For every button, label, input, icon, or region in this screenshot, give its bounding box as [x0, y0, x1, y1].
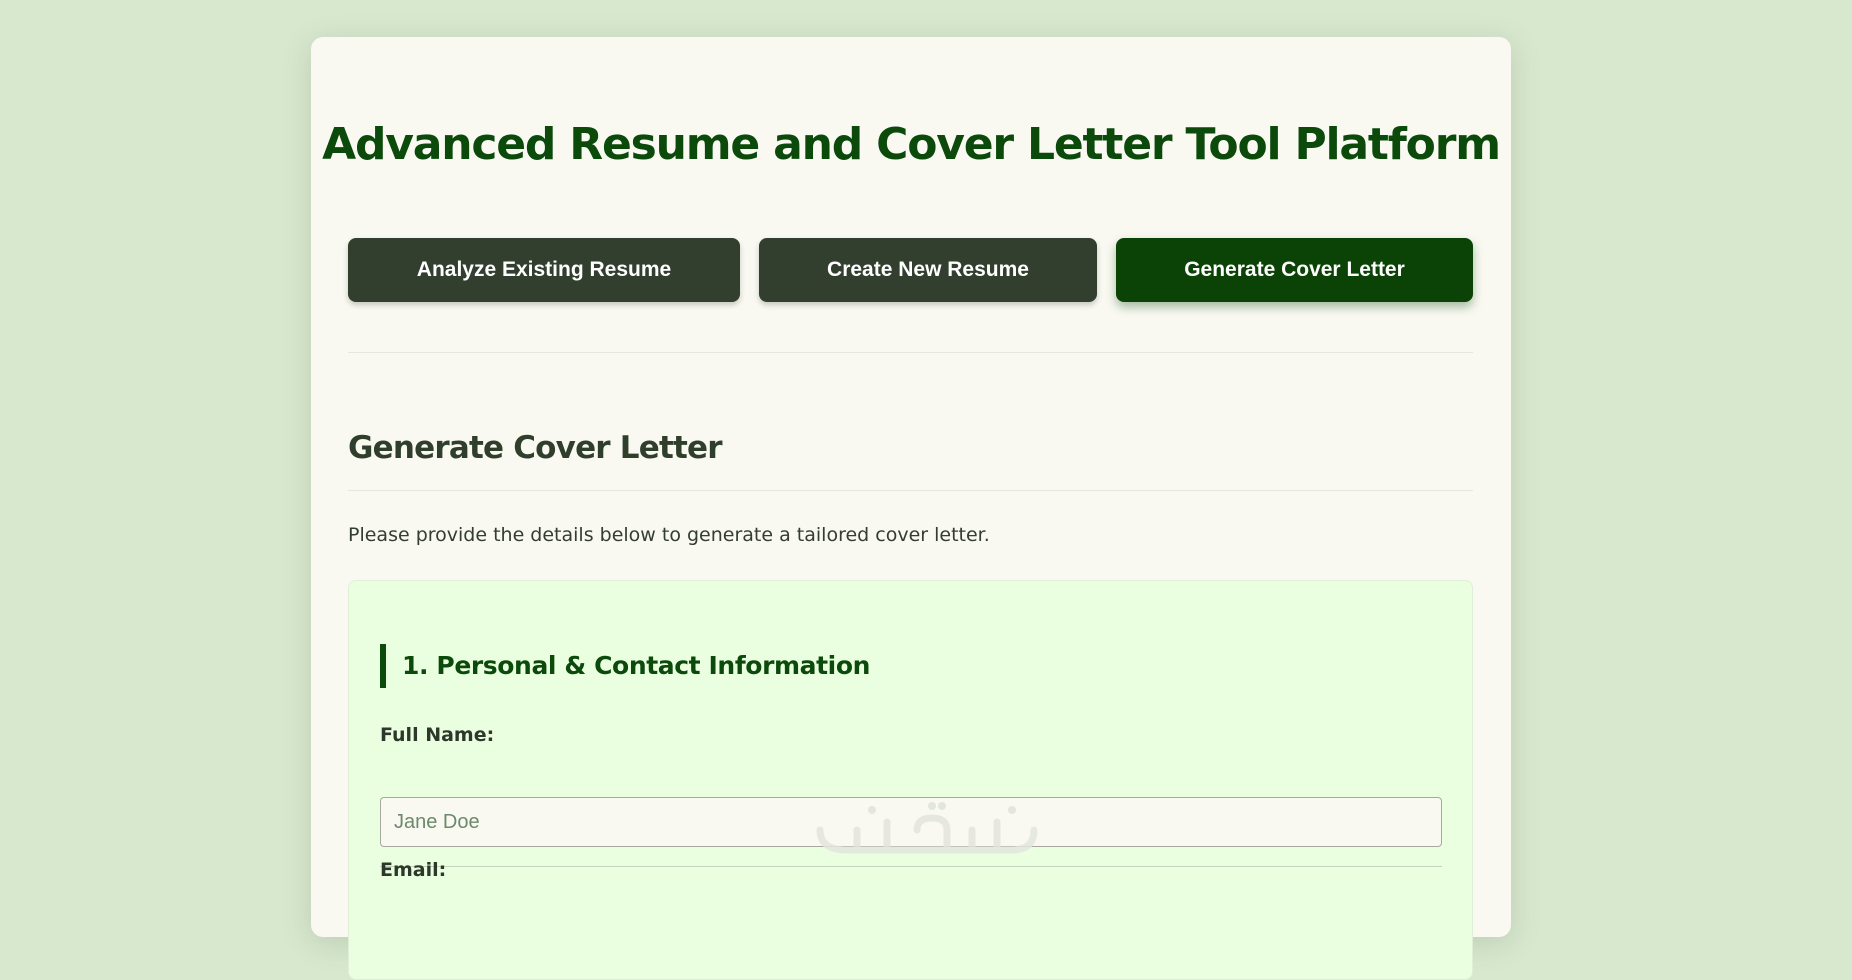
analyze-resume-button[interactable]: Analyze Existing Resume	[348, 238, 740, 302]
create-resume-button[interactable]: Create New Resume	[759, 238, 1097, 302]
section-intro: Please provide the details below to gene…	[348, 524, 990, 546]
personal-info-panel: 1. Personal & Contact Information Full N…	[348, 580, 1473, 980]
email-label: Email:	[380, 859, 447, 881]
full-name-input[interactable]	[380, 797, 1442, 847]
main-card: Advanced Resume and Cover Letter Tool Pl…	[311, 37, 1511, 980]
page-title: Advanced Resume and Cover Letter Tool Pl…	[322, 119, 1501, 170]
nav-divider	[348, 352, 1473, 353]
full-name-label: Full Name:	[380, 724, 495, 746]
field-separator	[380, 866, 1442, 867]
personal-info-heading: 1. Personal & Contact Information	[380, 644, 870, 688]
generate-cover-letter-button[interactable]: Generate Cover Letter	[1116, 238, 1473, 302]
section-title: Generate Cover Letter	[348, 430, 723, 466]
section-divider	[348, 490, 1473, 491]
